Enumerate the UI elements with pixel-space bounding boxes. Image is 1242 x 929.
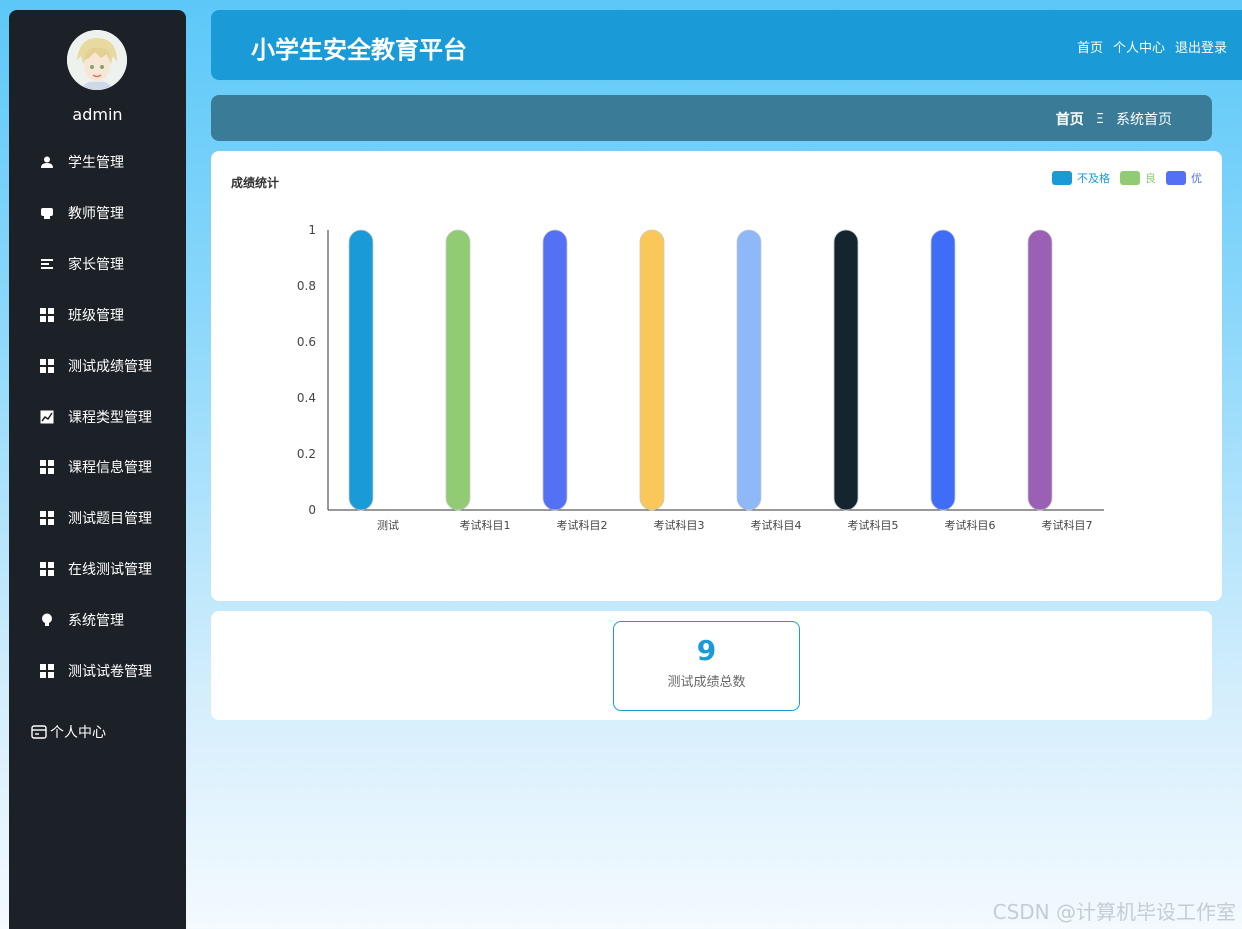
sidebar-item-2[interactable]: 家长管理 (9, 246, 186, 282)
grid-icon (39, 510, 55, 526)
breadcrumb-current: 系统首页 (1116, 112, 1172, 128)
logout-link[interactable]: 退出登录 (1175, 37, 1227, 56)
bulb-icon (39, 612, 55, 628)
stat-value: 9 (696, 634, 717, 667)
breadcrumb-bar: 首页 Ξ 系统首页 (211, 95, 1212, 141)
y-tick-label: 0.8 (297, 279, 316, 293)
chart-bar[interactable] (736, 229, 762, 511)
grid-icon (39, 561, 55, 577)
sidebar-item-personal-center[interactable]: 个人中心 (9, 714, 186, 750)
x-tick-label: 考试科目5 (848, 518, 899, 532)
x-tick-label: 考试科目2 (557, 518, 608, 532)
breadcrumb: 首页 Ξ 系统首页 (1056, 109, 1172, 129)
chart-icon (39, 409, 55, 425)
nav-home-link[interactable]: 首页 (1077, 37, 1103, 56)
sidebar-item-label: 个人中心 (50, 725, 106, 741)
chart-bar[interactable] (639, 229, 665, 511)
stats-card: 9 测试成绩总数 (211, 611, 1212, 720)
sidebar-item-label: 家长管理 (68, 256, 124, 273)
grid-icon (39, 663, 55, 679)
chart-bar[interactable] (542, 229, 568, 511)
y-tick-label: 1 (308, 223, 316, 237)
x-tick-label: 考试科目6 (945, 518, 996, 532)
stat-box-total-scores: 9 测试成绩总数 (613, 621, 800, 711)
sidebar-item-1[interactable]: 教师管理 (9, 195, 186, 231)
sidebar-item-0[interactable]: 学生管理 (9, 144, 186, 180)
chart-bar[interactable] (348, 229, 374, 511)
sidebar-item-label: 测试试卷管理 (68, 664, 152, 680)
y-tick-label: 0.4 (297, 391, 316, 405)
x-tick-label: 考试科目3 (654, 518, 705, 532)
y-tick-label: 0.6 (297, 335, 316, 349)
sidebar-item-3[interactable]: 班级管理 (9, 297, 186, 333)
sidebar-item-10[interactable]: 测试试卷管理 (9, 653, 186, 689)
sidebar-item-4[interactable]: 测试成绩管理 (9, 348, 186, 384)
sidebar-item-label: 测试成绩管理 (68, 358, 152, 375)
header-links: 首页 个人中心 退出登录 (1077, 37, 1227, 56)
sidebar-item-label: 在线测试管理 (68, 562, 152, 579)
sidebar-item-8[interactable]: 在线测试管理 (9, 551, 186, 587)
watermark: CSDN @计算机毕设工作室 (992, 900, 1236, 924)
breadcrumb-home[interactable]: 首页 (1056, 109, 1084, 129)
sidebar-item-label: 课程信息管理 (68, 460, 152, 477)
avatar[interactable] (67, 30, 127, 90)
nav-personal-center-link[interactable]: 个人中心 (1113, 37, 1165, 56)
chart-bar[interactable] (1027, 229, 1053, 511)
grid-icon (39, 459, 55, 475)
sidebar-item-label: 测试题目管理 (68, 511, 152, 528)
x-tick-label: 考试科目1 (460, 518, 511, 532)
y-tick-label: 0.2 (297, 447, 316, 461)
sidebar-item-label: 课程类型管理 (68, 409, 152, 426)
sidebar-item-label: 班级管理 (68, 307, 124, 324)
inbox-icon (39, 205, 55, 221)
chart-bar[interactable] (833, 229, 859, 511)
breadcrumb-separator: Ξ (1095, 111, 1104, 127)
sidebar-item-7[interactable]: 测试题目管理 (9, 500, 186, 536)
sidebar-item-label: 系统管理 (68, 613, 124, 630)
list-icon (39, 256, 55, 272)
header-bar: 小学生安全教育平台 首页 个人中心 退出登录 (211, 10, 1242, 80)
sidebar-item-9[interactable]: 系统管理 (9, 602, 186, 638)
sidebar-item-label: 教师管理 (68, 205, 124, 222)
chart-bar[interactable] (930, 229, 956, 511)
sidebar-item-label: 学生管理 (68, 155, 124, 171)
page-title: 小学生安全教育平台 (251, 36, 467, 64)
sidebar-item-5[interactable]: 课程类型管理 (9, 399, 186, 435)
grid-icon (39, 358, 55, 374)
sidebar-item-6[interactable]: 课程信息管理 (9, 449, 186, 485)
x-tick-label: 考试科目4 (751, 518, 802, 532)
score-chart-card: 成绩统计 不及格 良 优 0 0.2 0.4 0.6 0.8 1 测试 考试科目1 考试科目2 考… (211, 151, 1222, 601)
y-tick-label: 0 (308, 503, 316, 517)
bar-chart: 0 0.2 0.4 0.6 0.8 1 测试 考试科目1 考试科目2 考试科目3 考试科目4 考试科目… (297, 223, 1104, 532)
card-icon (31, 724, 47, 740)
sidebar: admin 学生管理教师管理家长管理班级管理测试成绩管理 课程类型管理 课程信息管理… (9, 10, 186, 929)
user-icon (39, 154, 55, 170)
stat-label: 测试成绩总数 (667, 675, 746, 690)
chart-bar[interactable] (445, 229, 471, 511)
username: admin (72, 105, 123, 124)
x-tick-label: 考试科目7 (1042, 518, 1093, 532)
x-tick-label: 测试 (377, 519, 399, 532)
grid-icon (39, 307, 55, 323)
